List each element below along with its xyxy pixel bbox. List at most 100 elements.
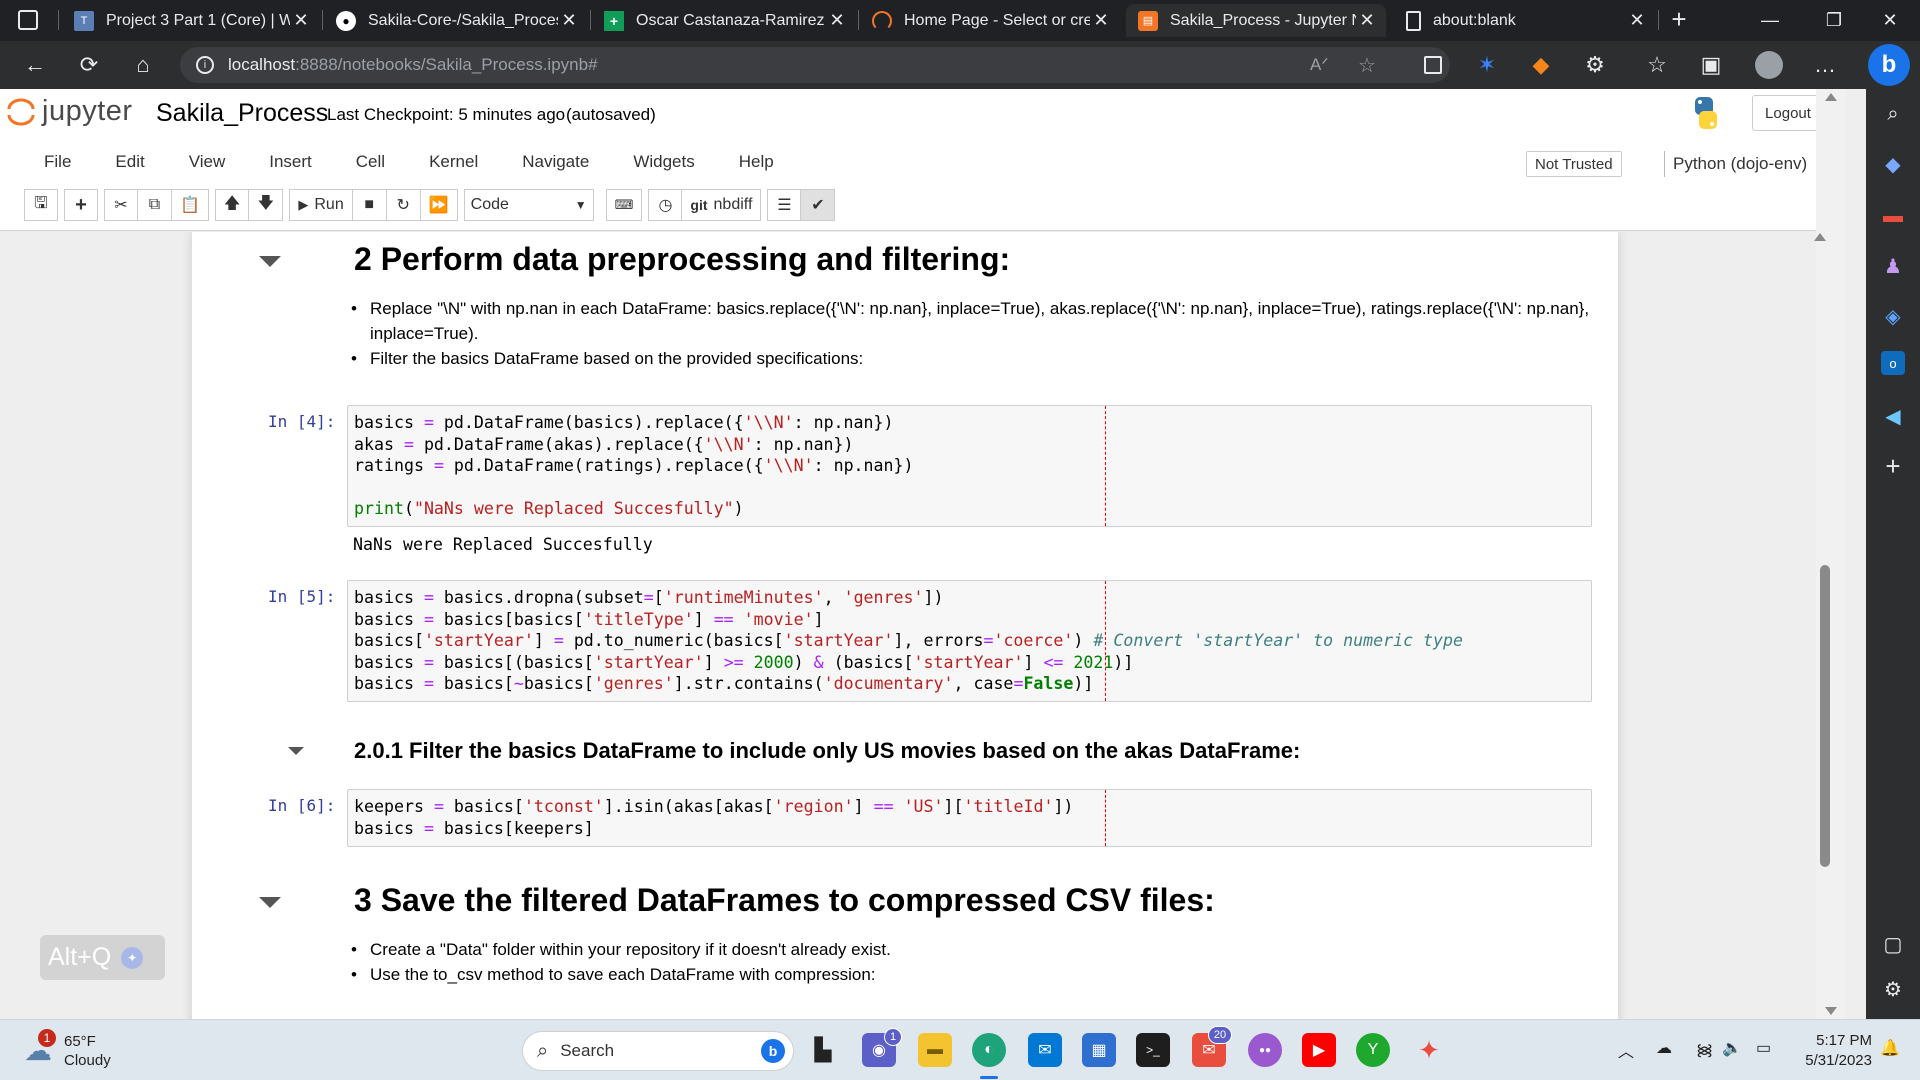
collapse-icon[interactable]: [288, 747, 304, 755]
code-input[interactable]: basics = basics.dropna(subset=['runtimeM…: [354, 587, 1463, 695]
extension-icon[interactable]: [1416, 49, 1450, 81]
app-icon[interactable]: ●●: [1248, 1033, 1282, 1067]
collapse-icon[interactable]: [259, 897, 281, 908]
outlook-icon[interactable]: o: [1881, 351, 1905, 375]
interrupt-button[interactable]: ■: [352, 189, 387, 221]
not-trusted-badge[interactable]: Not Trusted: [1526, 151, 1622, 177]
code-cell[interactable]: basics = pd.DataFrame(basics).replace({'…: [347, 405, 1592, 527]
app-icon[interactable]: ✦: [1412, 1033, 1446, 1067]
logout-button[interactable]: Logout: [1752, 95, 1824, 131]
collections-icon[interactable]: ▣: [1694, 49, 1728, 81]
extensions-icon[interactable]: ⚙: [1578, 49, 1612, 81]
menu-insert[interactable]: Insert: [247, 152, 334, 172]
info-icon[interactable]: i: [196, 56, 214, 74]
profile-avatar[interactable]: [1752, 49, 1786, 81]
close-icon[interactable]: ✕: [1090, 10, 1112, 31]
command-palette-button[interactable]: ⌨: [605, 189, 643, 221]
save-button[interactable]: 🖫: [24, 189, 58, 221]
insert-cell-button[interactable]: +: [64, 189, 98, 221]
mail-icon[interactable]: ✉: [1028, 1033, 1062, 1067]
task-view-icon[interactable]: ▙: [806, 1033, 840, 1067]
list-button[interactable]: ☰: [767, 189, 802, 221]
read-aloud-icon[interactable]: Aᐟ: [1310, 55, 1329, 75]
code-input[interactable]: keepers = basics['tconst'].isin(akas[aka…: [354, 796, 1073, 839]
taskbar-search[interactable]: ⌕ Search b: [522, 1031, 794, 1071]
cloud-sync-icon[interactable]: ☁: [1656, 1038, 1672, 1058]
app-icon[interactable]: Y: [1356, 1033, 1390, 1067]
menu-navigate[interactable]: Navigate: [500, 152, 611, 172]
kernel-indicator[interactable]: Python (dojo-env): [1664, 151, 1833, 177]
menu-kernel[interactable]: Kernel: [407, 152, 500, 172]
metamask-icon[interactable]: ◆: [1524, 49, 1558, 81]
menu-edit[interactable]: Edit: [93, 152, 166, 172]
wifi-icon[interactable]: ᯼: [1696, 1038, 1713, 1060]
tab-jupyter-active[interactable]: ▤ Sakila_Process - Jupyter No ✕: [1126, 4, 1386, 37]
code-input[interactable]: basics = pd.DataFrame(basics).replace({'…: [354, 412, 914, 520]
weather-widget[interactable]: ☁ 65°F Cloudy: [24, 1032, 111, 1070]
restart-run-all-button[interactable]: ⏩: [420, 189, 458, 221]
menu-cell[interactable]: Cell: [334, 152, 407, 172]
code-cell[interactable]: keepers = basics['tconst'].isin(akas[aka…: [347, 789, 1592, 847]
vertical-scrollbar[interactable]: [1816, 89, 1845, 1019]
tab-oscar[interactable]: + Oscar Castanaza-Ramirez Fe ✕: [592, 4, 856, 37]
home-button[interactable]: ⌂: [126, 49, 160, 81]
menu-help[interactable]: Help: [717, 152, 796, 172]
search-icon[interactable]: ⌕: [1878, 99, 1908, 129]
collapse-icon[interactable]: [259, 256, 281, 267]
back-button[interactable]: ←: [18, 49, 52, 81]
scrollbar-thumb[interactable]: [1820, 565, 1830, 867]
inner-scroll-up-icon[interactable]: [1814, 233, 1826, 241]
file-explorer-icon[interactable]: ▬: [918, 1033, 952, 1067]
tab-actions-icon[interactable]: [18, 10, 38, 30]
paste-button[interactable]: 📋: [172, 189, 209, 221]
close-icon[interactable]: ✕: [1356, 10, 1378, 31]
restart-button[interactable]: ↻: [386, 189, 421, 221]
youtube-icon[interactable]: ▶: [1302, 1033, 1336, 1067]
notebook-name[interactable]: Sakila_Process: [156, 99, 328, 128]
battery-icon[interactable]: ▭: [1756, 1038, 1771, 1058]
send-icon[interactable]: ◀: [1878, 401, 1908, 431]
spellcheck-button[interactable]: ✔: [801, 189, 836, 221]
scroll-down-icon[interactable]: [1825, 1007, 1837, 1015]
volume-icon[interactable]: 🔈: [1722, 1038, 1742, 1058]
chevron-up-icon[interactable]: ︿: [1618, 1038, 1634, 1062]
tab-github[interactable]: ● Sakila-Core-/Sakila_Process. ✕: [324, 4, 588, 37]
jupyter-logo[interactable]: jupyter: [6, 95, 133, 128]
terminal-icon[interactable]: >_: [1136, 1033, 1170, 1067]
tab-home-page[interactable]: Home Page - Select or creat ✕: [860, 4, 1120, 37]
history-button[interactable]: ◷: [648, 189, 683, 221]
close-icon[interactable]: ✕: [558, 10, 580, 31]
cut-button[interactable]: ✂: [104, 189, 138, 221]
tag-icon[interactable]: ◆: [1878, 149, 1908, 179]
edge-icon[interactable]: ◐: [972, 1033, 1006, 1067]
restore-button[interactable]: ❐: [1806, 0, 1862, 40]
code-cell[interactable]: basics = basics.dropna(subset=['runtimeM…: [347, 580, 1592, 702]
nbdiff-button[interactable]: git nbdiff: [682, 189, 762, 221]
tab-about-blank[interactable]: about:blank ✕: [1394, 4, 1656, 37]
menu-widgets[interactable]: Widgets: [611, 152, 716, 172]
scroll-up-icon[interactable]: [1825, 93, 1837, 101]
menu-file[interactable]: File: [22, 152, 93, 172]
menu-view[interactable]: View: [167, 152, 248, 172]
favorites-icon[interactable]: ☆: [1640, 49, 1674, 81]
more-icon[interactable]: …: [1808, 49, 1842, 81]
tools-icon[interactable]: ▬: [1878, 201, 1908, 231]
window-close-button[interactable]: ✕: [1862, 0, 1918, 40]
refresh-button[interactable]: ⟳: [72, 49, 106, 81]
start-icon[interactable]: [472, 1033, 506, 1067]
close-icon[interactable]: ✕: [1626, 10, 1648, 31]
run-button[interactable]: ▶ Run: [289, 189, 353, 221]
favorite-add-icon[interactable]: ☆: [1358, 53, 1376, 78]
panel-icon[interactable]: ▢: [1878, 929, 1908, 959]
close-icon[interactable]: ✕: [826, 10, 848, 31]
address-bar[interactable]: i localhost:8888/notebooks/Sakila_Proces…: [180, 47, 1450, 83]
tab-project3[interactable]: T Project 3 Part 1 (Core) | Wk ✕: [62, 4, 320, 37]
extension-icon[interactable]: ✶: [1470, 49, 1504, 81]
add-icon[interactable]: +: [1878, 451, 1908, 481]
bing-icon[interactable]: b: [1868, 44, 1910, 86]
close-icon[interactable]: ✕: [290, 10, 312, 31]
store-icon[interactable]: ▦: [1082, 1033, 1116, 1067]
move-up-button[interactable]: 🡅: [214, 189, 250, 221]
notifications-icon[interactable]: 🔔: [1880, 1038, 1900, 1058]
minimize-button[interactable]: —: [1742, 0, 1798, 40]
